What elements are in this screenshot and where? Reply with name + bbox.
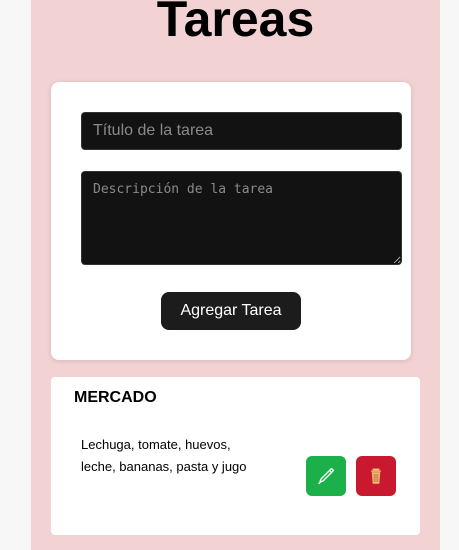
pencil-icon xyxy=(316,466,336,486)
task-description: Lechuga, tomate, huevos, leche, bananas,… xyxy=(81,437,247,474)
trash-icon xyxy=(366,466,386,486)
task-description-input[interactable] xyxy=(81,171,402,265)
task-form: Agregar Tarea xyxy=(51,82,411,360)
task-title: MERCADO xyxy=(74,389,157,406)
main-column: Tareas Agregar Tarea MERCADO Lechuga, to… xyxy=(31,0,440,550)
task-card: MERCADO Lechuga, tomate, huevos, leche, … xyxy=(51,377,420,535)
delete-task-button[interactable] xyxy=(356,456,396,496)
task-title-input[interactable] xyxy=(81,112,402,150)
edit-task-button[interactable] xyxy=(306,456,346,496)
add-task-button[interactable]: Agregar Tarea xyxy=(161,292,301,330)
page-title: Tareas xyxy=(156,0,315,47)
